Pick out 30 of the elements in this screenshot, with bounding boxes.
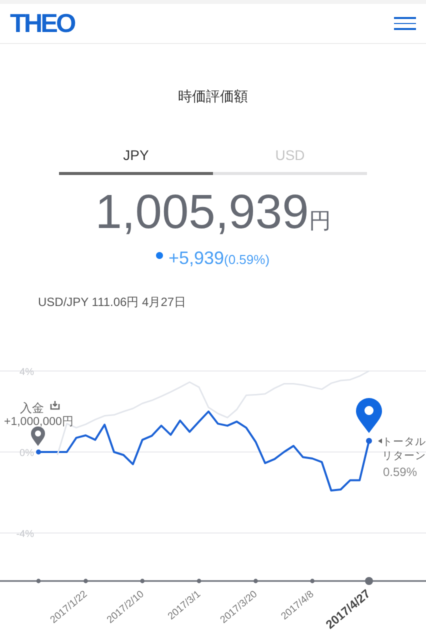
return-value: 0.59% bbox=[383, 465, 418, 479]
end-point bbox=[366, 438, 372, 444]
deposit-label: 入金 bbox=[20, 401, 44, 415]
logo[interactable]: THEO bbox=[10, 4, 74, 43]
pointer-icon bbox=[378, 438, 382, 444]
deposit-amount: +1,000,000円 bbox=[4, 416, 74, 428]
axis-dot bbox=[253, 578, 258, 584]
currency-tab[interactable]: JPY bbox=[59, 145, 213, 175]
axis-dot bbox=[365, 577, 373, 585]
y-tick-label: 4% bbox=[20, 367, 34, 378]
axis-dot bbox=[196, 578, 202, 584]
start-point bbox=[36, 450, 41, 454]
change-percent: (0.59%) bbox=[224, 251, 270, 269]
exchange-rate: USD/JPY 111.06円 4月27日 bbox=[38, 295, 186, 309]
valuation-amount: 1,005,939 bbox=[95, 189, 309, 237]
return-label: リターン bbox=[382, 450, 426, 462]
page-title: 時価評価額 bbox=[178, 87, 248, 106]
download-icon bbox=[50, 400, 60, 410]
pin-icon bbox=[31, 426, 45, 446]
y-tick-label: -4% bbox=[16, 529, 34, 540]
axis-dot bbox=[84, 578, 88, 584]
return-label: トータル bbox=[382, 436, 426, 448]
y-tick-label: 0% bbox=[20, 448, 34, 459]
change-amount: +5,939 bbox=[168, 247, 224, 270]
axis-dot bbox=[140, 578, 145, 584]
axis-dot bbox=[310, 578, 315, 584]
currency-unit: 円 bbox=[308, 207, 331, 235]
pin-icon bbox=[356, 398, 382, 433]
axis-dot bbox=[36, 578, 41, 584]
menu-icon[interactable] bbox=[394, 17, 416, 30]
